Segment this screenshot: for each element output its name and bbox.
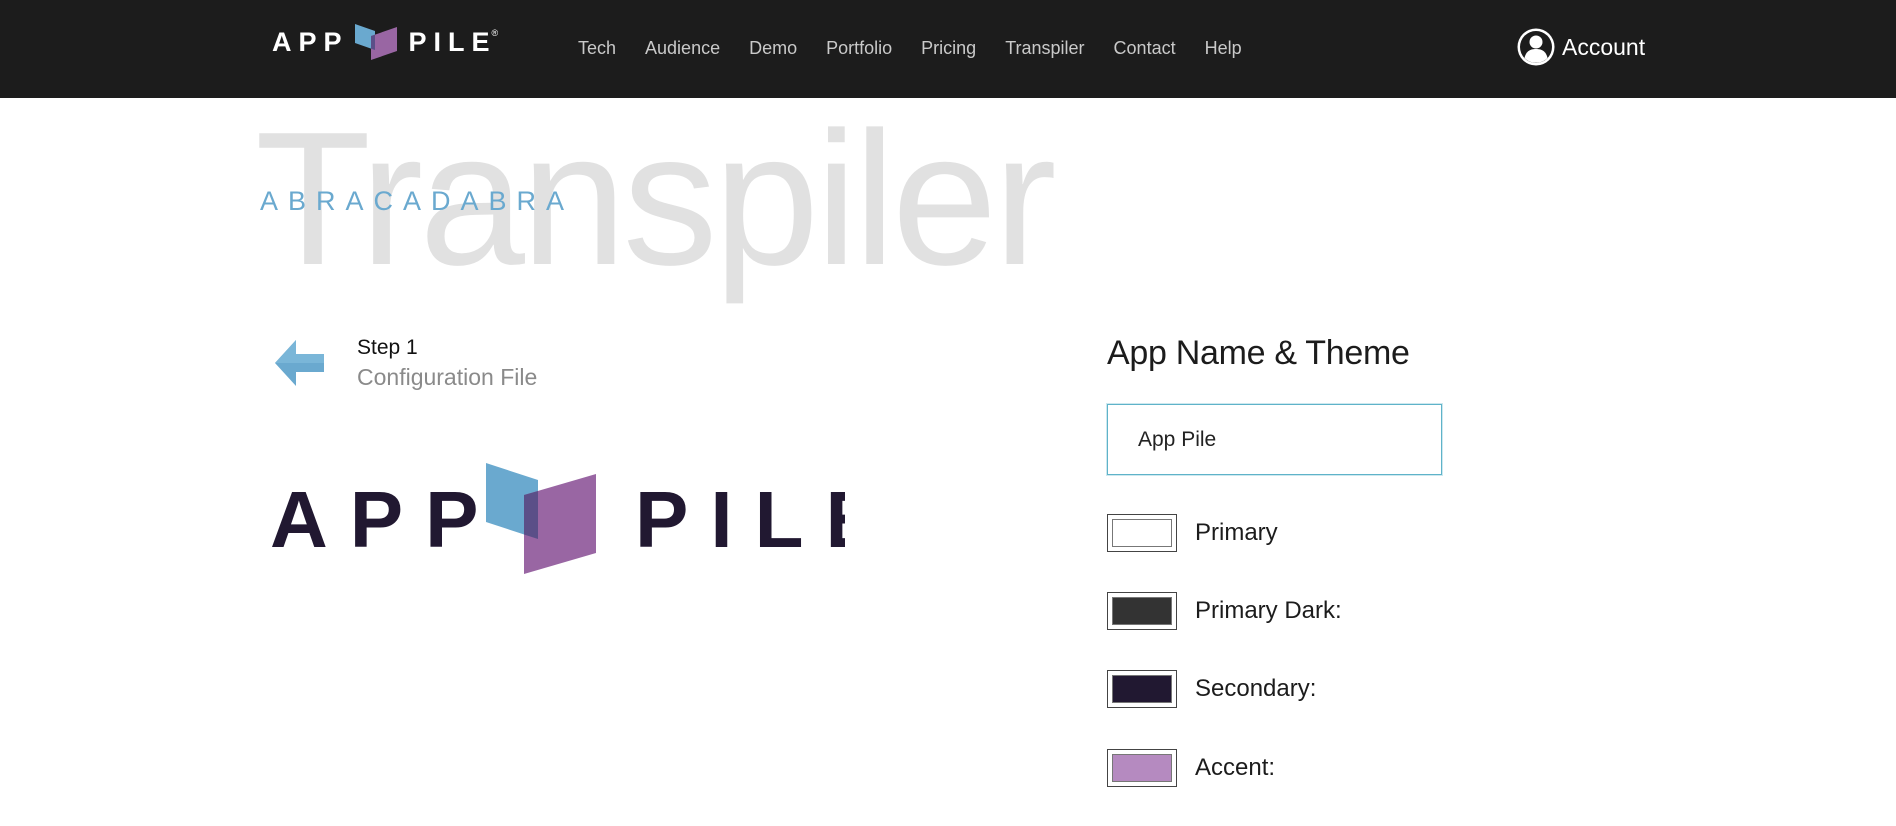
top-navigation-bar: APP PILE ® Tech Audience Demo Portfolio … <box>0 0 1896 98</box>
account-link[interactable]: Account <box>1516 27 1645 67</box>
nav-item-demo[interactable]: Demo <box>749 37 797 59</box>
accent-color-swatch[interactable] <box>1107 749 1177 787</box>
app-pile-cube-logo-icon <box>354 24 397 60</box>
accent-color-fill <box>1112 754 1172 782</box>
primary-color-picker[interactable]: Primary <box>1107 514 1278 552</box>
app-name-input[interactable] <box>1107 404 1442 475</box>
accent-color-label: Accent: <box>1195 754 1276 781</box>
logo-right-word: PILE <box>635 475 845 564</box>
user-circle-icon <box>1517 28 1555 66</box>
arrow-left-icon[interactable] <box>272 336 326 390</box>
secondary-color-swatch[interactable] <box>1107 670 1177 708</box>
primary-dark-color-fill <box>1112 597 1172 625</box>
nav-item-tech[interactable]: Tech <box>578 37 616 59</box>
nav-item-audience[interactable]: Audience <box>645 37 720 59</box>
primary-dark-color-picker[interactable]: Primary Dark: <box>1107 592 1342 630</box>
nav-item-portfolio[interactable]: Portfolio <box>826 37 892 59</box>
step-subtitle: Configuration File <box>357 364 538 390</box>
step-title: Step 1 <box>357 336 418 359</box>
nav-item-help[interactable]: Help <box>1205 37 1242 59</box>
logo-left-word: APP <box>270 475 501 564</box>
hero-kicker: ABRACADABRA <box>260 186 575 216</box>
main-nav: Tech Audience Demo Portfolio Pricing Tra… <box>578 37 1271 59</box>
secondary-color-fill <box>1112 675 1172 703</box>
brand-right-word: PILE <box>408 26 497 57</box>
app-pile-logo-preview: APP PILE <box>270 463 845 574</box>
theme-panel-title: App Name & Theme <box>1107 334 1410 372</box>
accent-color-picker[interactable]: Accent: <box>1107 749 1275 787</box>
secondary-color-picker[interactable]: Secondary: <box>1107 670 1316 708</box>
primary-color-fill <box>1112 519 1172 547</box>
primary-dark-color-swatch[interactable] <box>1107 592 1177 630</box>
nav-item-transpiler[interactable]: Transpiler <box>1005 37 1084 59</box>
primary-dark-color-label: Primary Dark: <box>1195 597 1342 624</box>
nav-item-contact[interactable]: Contact <box>1114 37 1176 59</box>
account-label: Account <box>1562 33 1646 60</box>
brand-logo[interactable]: APP PILE ® <box>272 22 498 62</box>
registered-mark: ® <box>491 28 499 38</box>
nav-item-pricing[interactable]: Pricing <box>921 37 976 59</box>
primary-color-swatch[interactable] <box>1107 514 1177 552</box>
primary-color-label: Primary <box>1195 519 1278 546</box>
secondary-color-label: Secondary: <box>1195 675 1317 702</box>
brand-left-word: APP <box>272 26 349 57</box>
